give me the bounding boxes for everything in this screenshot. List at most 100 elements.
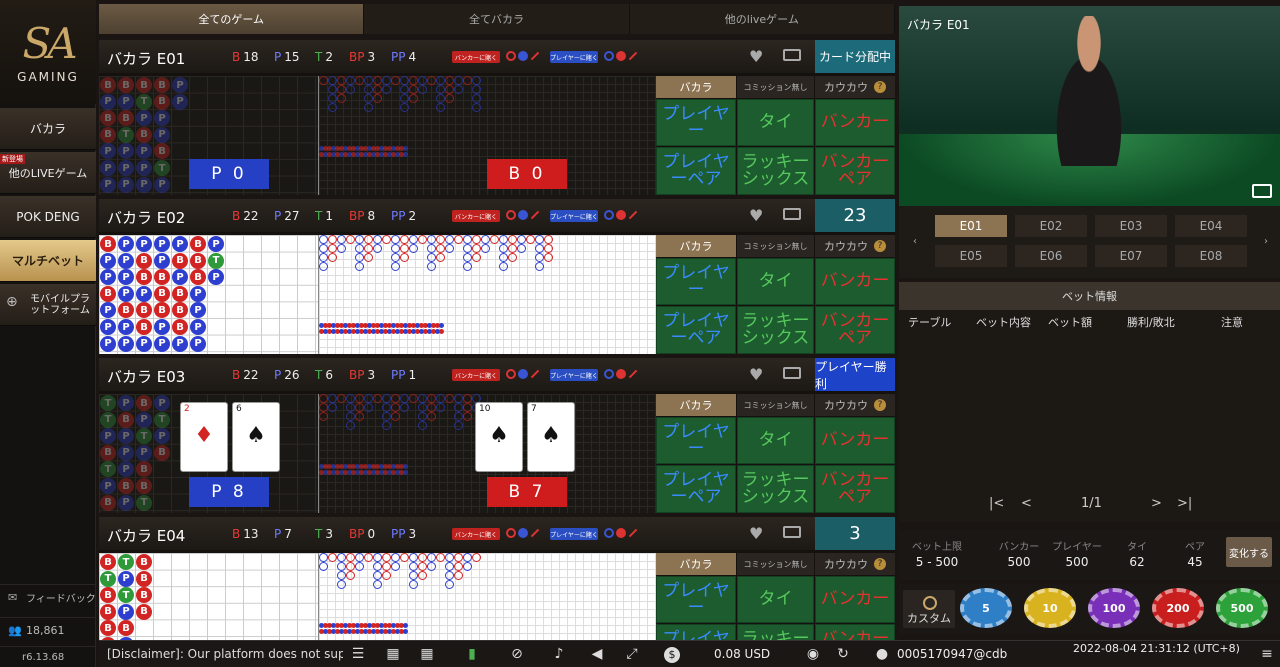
mode-baccarat[interactable]: バカラ [656, 235, 736, 257]
video-icon[interactable] [783, 526, 801, 538]
mode-kaukau[interactable]: カウカウ? [815, 76, 895, 98]
bet-banker-pair[interactable]: バンカーペア [815, 147, 895, 195]
sound-icon[interactable]: ◀ [589, 647, 605, 661]
list-view-icon[interactable]: ☰ [350, 647, 366, 661]
camera-icon[interactable] [1252, 184, 1272, 198]
mode-kaukau[interactable]: カウカウ? [815, 394, 895, 416]
bet-lucky-six[interactable]: ラッキーシックス [737, 306, 814, 354]
table-button-e02[interactable]: E02 [1015, 215, 1087, 237]
grid-view-icon[interactable]: ▦ [385, 647, 401, 661]
help-icon[interactable]: ? [874, 399, 886, 411]
bet-banker[interactable]: バンカー [815, 258, 895, 305]
tab-all-baccarat[interactable]: 全てバカラ [364, 4, 630, 34]
help-icon[interactable]: ? [874, 558, 886, 570]
bet-player-pair[interactable]: プレイヤーペア [656, 147, 736, 195]
bet-player[interactable]: プレイヤー [656, 576, 736, 623]
bet-player-pill[interactable]: プレイヤーに賭く [550, 369, 598, 381]
chip-5[interactable]: 5 [960, 588, 1012, 628]
mode-kaukau[interactable]: カウカウ? [815, 235, 895, 257]
fullscreen-icon[interactable]: ⤢ [624, 647, 640, 661]
sidebar-item-multibet[interactable]: マルチベット [0, 240, 96, 282]
bet-banker-pair[interactable]: バンカーペア [815, 465, 895, 513]
grid-nine-icon[interactable]: ▦ [419, 647, 435, 661]
bet-banker-pill[interactable]: バンカーに賭く [452, 528, 500, 540]
scoreboard[interactable]: BPBBPPPBPBTPPPBTPBPPPBBPPBTPPPP 0B 0 [99, 76, 656, 195]
bet-player-pill[interactable]: プレイヤーに賭く [550, 528, 598, 540]
video-off-icon[interactable]: ⊘ [509, 647, 525, 661]
menu-icon[interactable]: ≡ [1259, 647, 1275, 661]
bet-banker[interactable]: バンカー [815, 417, 895, 464]
chevron-right-icon[interactable]: › [1264, 236, 1268, 247]
heart-icon[interactable]: ♥ [749, 47, 763, 66]
bet-player-pair[interactable]: プレイヤーペア [656, 465, 736, 513]
bet-player[interactable]: プレイヤー [656, 417, 736, 464]
bet-banker-pill[interactable]: バンカーに賭く [452, 210, 500, 222]
video-icon[interactable] [783, 208, 801, 220]
mode-baccarat[interactable]: バカラ [656, 76, 736, 98]
table-name[interactable]: バカラ E04 [107, 525, 185, 546]
table-button-e07[interactable]: E07 [1095, 245, 1167, 267]
chip-100[interactable]: 100 [1088, 588, 1140, 628]
heart-icon[interactable]: ♥ [749, 524, 763, 543]
table-button-e03[interactable]: E03 [1095, 215, 1167, 237]
scoreboard[interactable]: TTPBTPBPBPPPBPBPTPBBTPTPBP 8B 7 2 ♦ 6 ♠ 10 ♠ 7 ♠ [99, 394, 656, 513]
help-icon[interactable]: ? [874, 81, 886, 93]
chevron-left-icon[interactable]: ‹ [913, 236, 917, 247]
table-button-e08[interactable]: E08 [1175, 245, 1247, 267]
bet-player[interactable]: プレイヤー [656, 258, 736, 305]
last-page-icon[interactable]: >| [1177, 496, 1192, 511]
music-icon[interactable]: ♪ [551, 647, 567, 661]
feedback-link[interactable]: ✉ フィードバック [0, 584, 96, 610]
table-name[interactable]: バカラ E03 [107, 366, 185, 387]
bet-tie[interactable]: タイ [737, 417, 814, 464]
help-icon[interactable]: ? [874, 240, 886, 252]
sa-gaming-logo[interactable]: SA GAMING [0, 0, 96, 104]
mode-baccarat[interactable]: バカラ [656, 553, 736, 575]
prev-page-icon[interactable]: < [1021, 496, 1032, 511]
tab-other-live[interactable]: 他のliveゲーム [629, 4, 895, 34]
table-name[interactable]: バカラ E01 [107, 48, 185, 69]
bet-lucky-six[interactable]: ラッキーシックス [737, 465, 814, 513]
table-button-e01[interactable]: E01 [935, 215, 1007, 237]
sidebar-item-pok-deng[interactable]: POK DENG [0, 196, 96, 238]
bet-player-pair[interactable]: プレイヤーペア [656, 306, 736, 354]
bet-banker[interactable]: バンカー [815, 576, 895, 623]
chip-10[interactable]: 10 [1024, 588, 1076, 628]
hide-balance-icon[interactable]: ◉ [805, 647, 821, 661]
bet-lucky-six[interactable]: ラッキーシックス [737, 147, 814, 195]
chip-200[interactable]: 200 [1152, 588, 1204, 628]
custom-chip-button[interactable]: カスタム [903, 590, 955, 628]
bet-player-pill[interactable]: プレイヤーに賭く [550, 210, 598, 222]
live-video[interactable]: バカラ E01 [899, 6, 1280, 206]
mode-no-commission[interactable]: コミッション無し [737, 553, 814, 575]
bet-banker-pill[interactable]: バンカーに賭く [452, 51, 500, 63]
bet-tie[interactable]: タイ [737, 99, 814, 146]
table-name[interactable]: バカラ E02 [107, 207, 185, 228]
video-icon[interactable] [783, 49, 801, 61]
bet-player-pill[interactable]: プレイヤーに賭く [550, 51, 598, 63]
first-page-icon[interactable]: |< [989, 496, 1004, 511]
sidebar-item-other-live[interactable]: 新登場 他のLIVEゲーム [0, 152, 96, 194]
table-button-e04[interactable]: E04 [1175, 215, 1247, 237]
heart-icon[interactable]: ♥ [749, 365, 763, 384]
bet-banker-pair[interactable]: バンカーペア [815, 306, 895, 354]
mode-kaukau[interactable]: カウカウ? [815, 553, 895, 575]
tab-all-games[interactable]: 全てのゲーム [99, 4, 365, 34]
bet-player[interactable]: プレイヤー [656, 99, 736, 146]
refresh-icon[interactable]: ↻ [835, 647, 851, 661]
mode-baccarat[interactable]: バカラ [656, 394, 736, 416]
scoreboard[interactable]: BPPBPPPPPPPBPPPBBPBBPPPBBBPPPBPBBBPBBBPP… [99, 235, 656, 354]
mode-no-commission[interactable]: コミッション無し [737, 76, 814, 98]
table-button-e06[interactable]: E06 [1015, 245, 1087, 267]
change-limit-button[interactable]: 変化する [1226, 537, 1272, 567]
mode-no-commission[interactable]: コミッション無し [737, 394, 814, 416]
bet-tie[interactable]: タイ [737, 258, 814, 305]
heart-icon[interactable]: ♥ [749, 206, 763, 225]
sidebar-item-mobile[interactable]: ⊕ モバイルプラットフォーム [0, 284, 96, 326]
bet-tie[interactable]: タイ [737, 576, 814, 623]
bet-banker-pill[interactable]: バンカーに賭く [452, 369, 500, 381]
chip-500[interactable]: 500 [1216, 588, 1268, 628]
video-icon[interactable] [783, 367, 801, 379]
table-button-e05[interactable]: E05 [935, 245, 1007, 267]
bet-banker[interactable]: バンカー [815, 99, 895, 146]
